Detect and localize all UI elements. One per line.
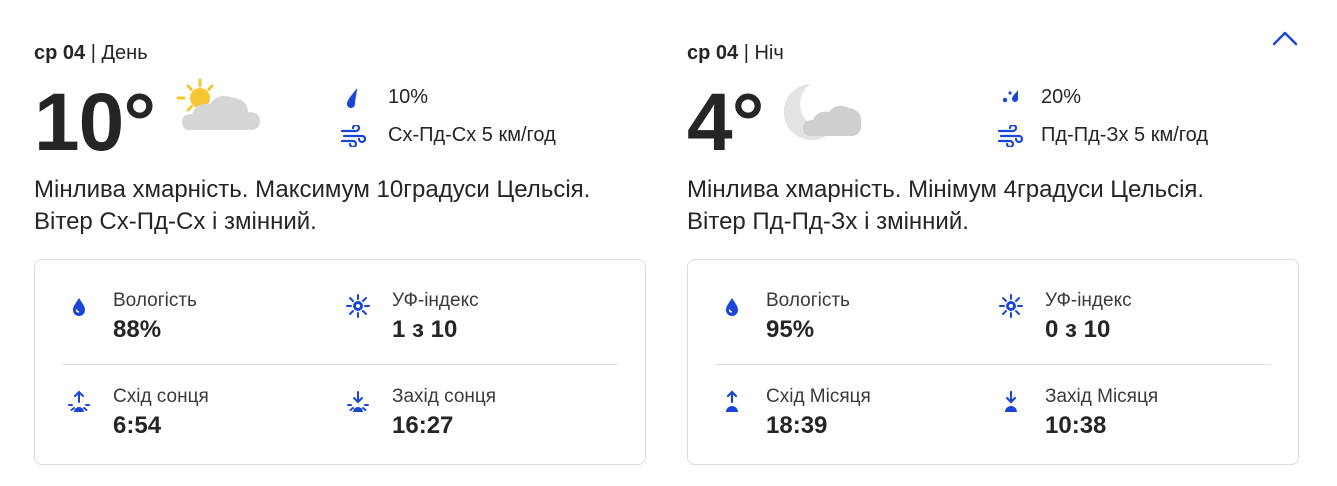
details-divider	[62, 364, 618, 365]
night-humidity-label: Вологість	[766, 290, 850, 311]
night-precipitation-value: 20%	[1041, 86, 1082, 108]
night-description: Мінлива хмарність. Мінімум 4градуси Цель…	[687, 176, 1205, 235]
humidity-drop-icon	[73, 298, 85, 316]
night-uv-label: УФ-індекс	[1045, 290, 1132, 311]
uv-sun-icon	[999, 294, 1023, 318]
night-moonrise-value: 18:39	[766, 412, 828, 439]
day-sunrise-label: Схід сонця	[113, 386, 209, 407]
night-weekday: ср 04	[687, 42, 739, 64]
day-header-separator: |	[90, 42, 96, 64]
raindrop-icon	[344, 86, 374, 109]
wind-icon	[340, 123, 370, 148]
day-weekday: ср 04	[34, 42, 86, 64]
day-sunset-value: 16:27	[392, 412, 454, 439]
sunrise-icon	[68, 390, 90, 412]
night-period: Ніч	[754, 42, 784, 64]
night-temperature: 4°	[687, 77, 764, 168]
night-forecast-panel: ср 04 | Ніч 4° 20% Пд-Пд-Зх 5 км/год Мін…	[687, 0, 1303, 486]
night-wind-value: Пд-Пд-Зх 5 км/год	[1041, 124, 1208, 146]
day-wind-value: Сх-Пд-Сх 5 км/год	[388, 124, 556, 146]
humidity-drop-icon	[726, 298, 738, 316]
night-moonset-value: 10:38	[1045, 412, 1107, 439]
day-description: Мінлива хмарність. Максимум 10градуси Це…	[34, 176, 591, 235]
day-period: День	[101, 42, 148, 64]
night-moonrise-label: Схід Місяця	[766, 386, 871, 407]
day-forecast-panel: ср 04 | День 10° 10% Сх-Пд-Сх 5 км/год М…	[34, 0, 650, 486]
night-humidity-value: 95%	[766, 316, 815, 343]
day-details-card: Вологість 88% УФ-індекс 1 з 10 Схід сонц…	[34, 259, 646, 465]
day-uv-value: 1 з 10	[392, 316, 458, 343]
day-precipitation: 10%	[344, 86, 428, 109]
day-wind: Сх-Пд-Сх 5 км/год	[340, 123, 556, 148]
uv-sun-icon	[346, 294, 370, 318]
chevron-up-icon	[1272, 31, 1298, 46]
night-header-separator: |	[743, 42, 749, 64]
rain-drops-icon	[1001, 86, 1031, 109]
wind-icon	[997, 123, 1027, 148]
details-divider	[715, 364, 1271, 365]
partly-cloudy-day-icon	[176, 78, 266, 143]
night-moonset-label: Захід Місяця	[1045, 386, 1159, 407]
moonset-icon	[1005, 390, 1017, 412]
moonrise-icon	[726, 390, 738, 412]
day-precipitation-value: 10%	[388, 86, 429, 108]
collapse-button[interactable]	[1270, 26, 1300, 52]
night-uv-value: 0 з 10	[1045, 316, 1111, 343]
day-uv-label: УФ-індекс	[392, 290, 479, 311]
night-details-card: Вологість 95% УФ-індекс 0 з 10 Схід Міся…	[687, 259, 1299, 465]
night-precipitation: 20%	[1001, 86, 1081, 109]
day-sunset-label: Захід сонця	[392, 386, 497, 407]
day-humidity-value: 88%	[113, 316, 162, 343]
day-temperature: 10°	[34, 77, 156, 168]
sunset-icon	[347, 391, 369, 412]
day-humidity-label: Вологість	[113, 290, 197, 311]
day-header: ср 04 | День	[34, 42, 148, 65]
partly-cloudy-night-icon	[781, 80, 865, 151]
day-sunrise-value: 6:54	[113, 412, 162, 439]
night-header: ср 04 | Ніч	[687, 42, 784, 65]
night-wind: Пд-Пд-Зх 5 км/год	[997, 123, 1208, 148]
